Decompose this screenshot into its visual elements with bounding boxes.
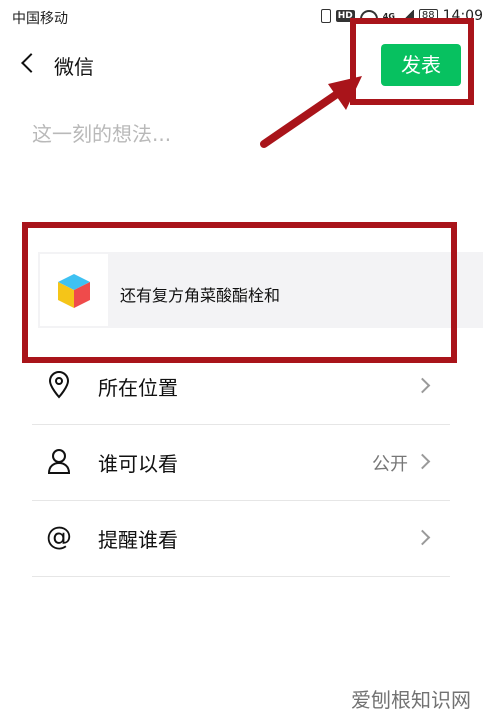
option-visibility[interactable]: 谁可以看 公开 [32, 424, 450, 501]
chevron-right-icon [414, 453, 431, 470]
highlight-box-link [22, 222, 457, 363]
annotation-arrow-icon [260, 76, 362, 148]
option-label: 提醒谁看 [98, 528, 178, 552]
watermark: 爱刨根知识网 [351, 688, 471, 712]
back-arrow-icon[interactable] [21, 53, 41, 73]
vibrate-icon [320, 9, 331, 23]
carrier-name: 中国移动 [12, 11, 68, 27]
option-label: 所在位置 [98, 376, 178, 400]
option-value: 公开 [372, 454, 408, 475]
chevron-right-icon [414, 529, 431, 546]
location-pin-icon [48, 371, 70, 399]
person-icon [47, 449, 71, 474]
thought-input[interactable]: 这一刻的想法... [32, 118, 452, 147]
chevron-right-icon [414, 377, 431, 394]
page-title: 微信 [54, 55, 94, 79]
at-icon: @ [46, 522, 72, 552]
option-remind[interactable]: @ 提醒谁看 [32, 500, 450, 577]
option-label: 谁可以看 [98, 452, 178, 476]
